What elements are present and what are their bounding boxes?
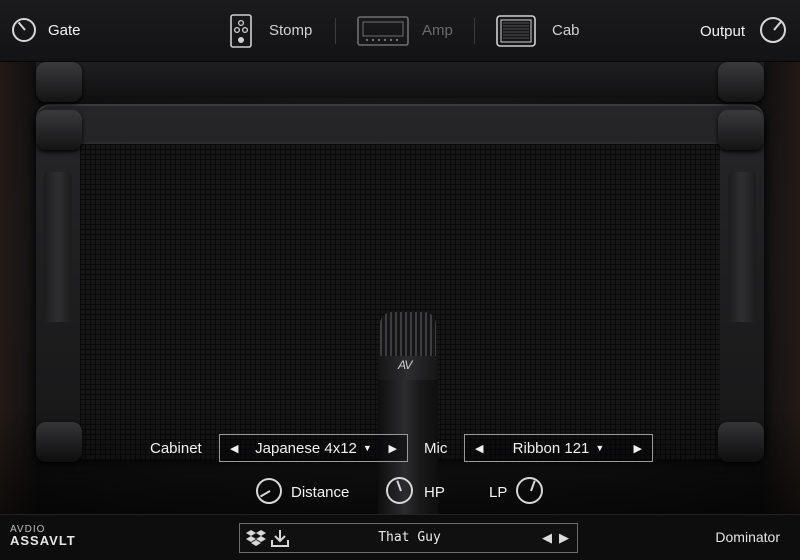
- mic-label: Mic: [424, 440, 448, 457]
- mic-dropdown[interactable]: Ribbon 121 ▼: [513, 440, 605, 457]
- product-name: Dominator: [715, 529, 780, 545]
- cabinet-left-side: [44, 172, 72, 322]
- cabinet-corner: [718, 62, 764, 102]
- cabinet-value: Japanese 4x12: [255, 439, 357, 457]
- cabinet-corner: [718, 110, 764, 150]
- mic-next-arrow[interactable]: ▶: [634, 442, 642, 455]
- cabinet-next-arrow[interactable]: ▶: [389, 442, 397, 455]
- tab-divider: [474, 18, 475, 44]
- cabinet-selector[interactable]: ◀ Japanese 4x12 ▼ ▶: [219, 434, 408, 462]
- cabinet-prev-arrow[interactable]: ◀: [230, 442, 238, 455]
- mic-logo: AV: [398, 358, 412, 372]
- lp-knob-indicator: [529, 479, 536, 491]
- brand-logo: AVDIO ASSAVLT: [10, 524, 76, 548]
- cabinet-dropdown[interactable]: Japanese 4x12 ▼: [255, 440, 372, 457]
- tab-stomp-label: Stomp: [269, 22, 313, 39]
- preset-name[interactable]: That Guy: [240, 530, 579, 545]
- cabinet-corner: [36, 62, 82, 102]
- cabinet-top-panel: [36, 62, 764, 98]
- logo-line2: ASSAVLT: [10, 533, 76, 548]
- hp-label: HP: [424, 484, 445, 501]
- chevron-down-icon: ▼: [595, 443, 605, 453]
- gate-knob[interactable]: [12, 18, 36, 42]
- lp-knob[interactable]: [516, 477, 543, 504]
- output-knob[interactable]: [760, 17, 786, 43]
- top-bar: Gate Stomp Amp Cab Output: [0, 0, 800, 62]
- tab-amp-label: Amp: [422, 22, 453, 39]
- chevron-down-icon: ▼: [362, 443, 372, 453]
- mic-grille: [380, 312, 436, 360]
- tab-stomp[interactable]: Stomp: [230, 14, 320, 48]
- hp-knob-indicator: [395, 479, 402, 491]
- cabinet-icon: [496, 15, 536, 47]
- distance-knob-indicator: [259, 490, 271, 498]
- preset-next-arrow[interactable]: ▶: [559, 530, 569, 546]
- mic-selector[interactable]: ◀ Ribbon 121 ▼ ▶: [464, 434, 653, 462]
- distance-label: Distance: [291, 484, 350, 501]
- gate-knob-indicator: [17, 21, 26, 31]
- tab-amp[interactable]: Amp: [357, 14, 457, 48]
- tab-cab-label: Cab: [552, 22, 580, 39]
- lp-label: LP: [489, 484, 508, 501]
- mic-value: Ribbon 121: [512, 439, 590, 457]
- output-knob-indicator: [773, 20, 782, 31]
- cabinet-label: Cabinet: [150, 440, 202, 457]
- tab-cab[interactable]: Cab: [496, 14, 586, 48]
- distance-knob[interactable]: [256, 478, 282, 504]
- cabinet-corner: [36, 110, 82, 150]
- preset-browser[interactable]: That Guy ◀ ▶: [239, 523, 578, 553]
- gate-label: Gate: [48, 22, 81, 39]
- amp-head-icon: [357, 16, 409, 46]
- output-label: Output: [700, 23, 746, 40]
- mic-prev-arrow[interactable]: ◀: [475, 442, 483, 455]
- hp-knob[interactable]: [386, 477, 413, 504]
- stomp-pedal-icon: [230, 14, 252, 48]
- preset-prev-arrow[interactable]: ◀: [542, 530, 552, 546]
- tab-divider: [335, 18, 336, 44]
- cabinet-right-side: [728, 172, 756, 322]
